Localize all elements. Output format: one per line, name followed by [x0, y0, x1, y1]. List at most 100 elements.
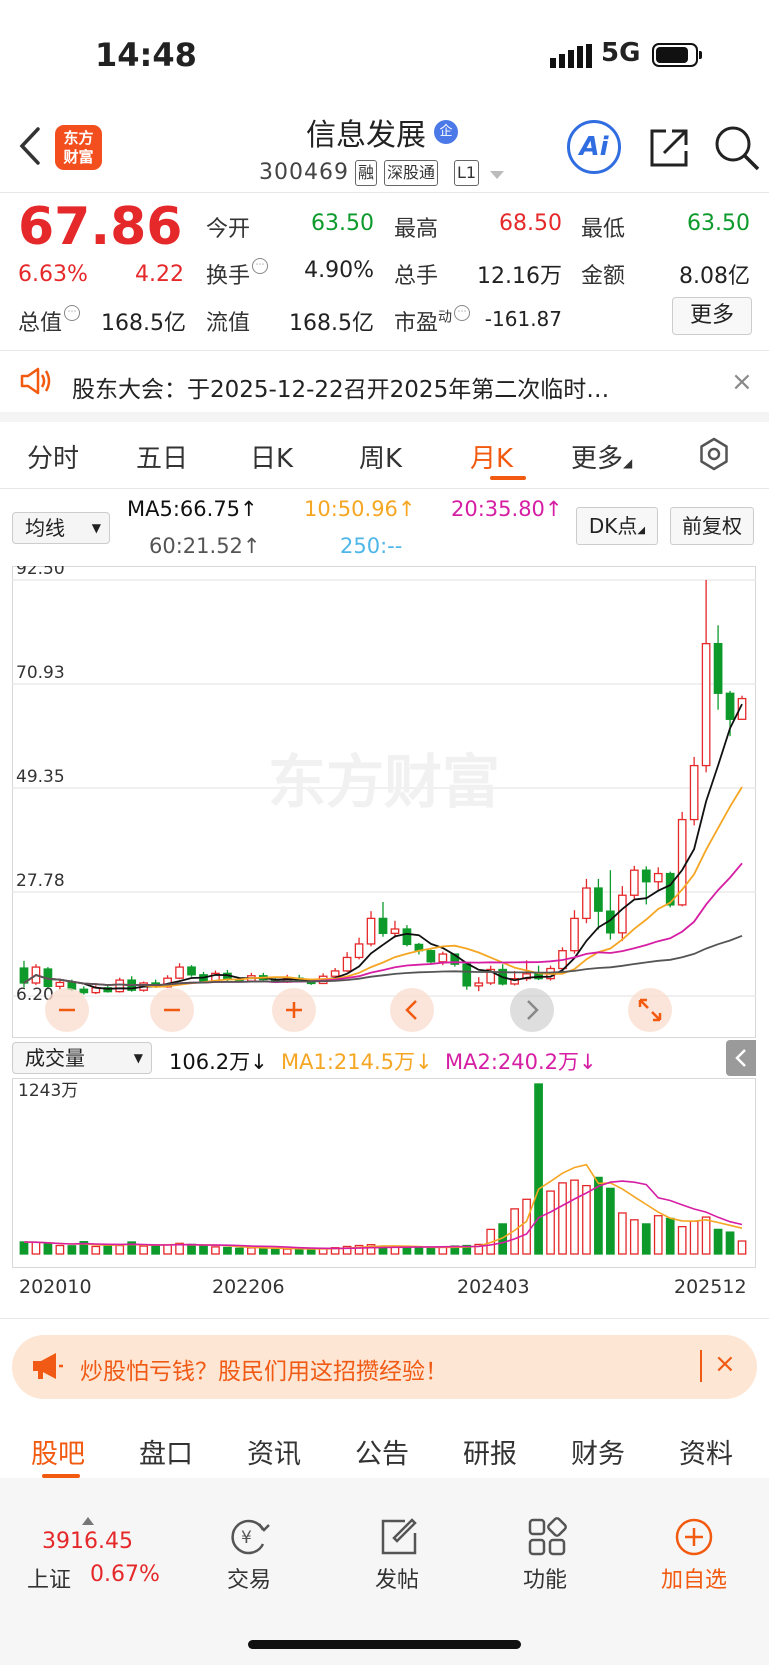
volume-bar [701, 1216, 711, 1255]
candle [402, 928, 412, 946]
tab-research[interactable]: 研报 [463, 1432, 517, 1471]
index-name[interactable]: 上证 [27, 1562, 71, 1594]
nav-add-watchlist[interactable]: 加自选 [649, 1562, 739, 1594]
volume-bar [653, 1215, 663, 1255]
volume-bar [414, 1246, 424, 1255]
volume-value: 106.2万↓ [169, 1050, 268, 1074]
info-icon[interactable]: ⋯ [252, 258, 269, 274]
post-icon[interactable] [379, 1517, 419, 1561]
tab-daily-k[interactable]: 日K [250, 438, 293, 475]
amount-label: 金额 [581, 264, 626, 289]
volume-bar [617, 1212, 627, 1255]
tab-pankou[interactable]: 盘口 [139, 1432, 193, 1471]
scroll-right-button[interactable] [510, 988, 554, 1032]
tab-five-day[interactable]: 五日 [136, 438, 188, 475]
volume-bar [725, 1231, 735, 1255]
volume-bar [223, 1246, 232, 1255]
info-icon[interactable]: ⋯ [454, 305, 471, 321]
tab-news[interactable]: 资讯 [247, 1432, 301, 1471]
volume-bar [55, 1244, 65, 1255]
tab-guba[interactable]: 股吧 [31, 1432, 85, 1471]
adjust-button[interactable]: 前复权 [670, 507, 754, 545]
zoom-in-button[interactable] [272, 988, 316, 1032]
tab-more[interactable]: 更多◢ [571, 438, 632, 475]
scroll-left-button[interactable] [390, 988, 434, 1032]
promo-close-button[interactable]: × [714, 1349, 736, 1379]
tab-profile[interactable]: 资料 [679, 1432, 733, 1471]
nav-functions[interactable]: 功能 [500, 1562, 590, 1594]
volume-chart[interactable]: 1243万 [12, 1078, 756, 1268]
margin-tag: 融 [355, 160, 378, 186]
index-value[interactable]: 3916.45 [42, 1529, 133, 1554]
candle [187, 966, 196, 976]
nav-trade[interactable]: 交易 [204, 1562, 294, 1594]
candle [653, 872, 663, 883]
volume-indicator-select[interactable]: 成交量 ▼ [12, 1042, 152, 1074]
volume-bar [247, 1247, 256, 1255]
volume-bar [270, 1248, 280, 1255]
promo-text[interactable]: 炒股怕亏钱？股民们用这招攒经验！ [80, 1352, 448, 1386]
tab-announcements[interactable]: 公告 [355, 1432, 409, 1471]
candle [366, 917, 376, 945]
level-tag: L1 [454, 160, 480, 186]
collapse-panel-button[interactable] [726, 1040, 756, 1076]
zoom-out-button[interactable] [45, 988, 89, 1032]
zoom-minus-button[interactable] [150, 988, 194, 1032]
volume-bar [558, 1182, 567, 1255]
candle [629, 869, 639, 896]
tab-monthly-k[interactable]: 月K [470, 438, 513, 475]
tab-finance[interactable]: 财务 [571, 1432, 625, 1471]
candle [713, 642, 723, 694]
turnover-value: 4.90% [304, 258, 374, 283]
open-label: 今开 [206, 217, 251, 242]
dropdown-caret-icon[interactable] [490, 166, 504, 185]
ma5-value: MA5:66.75↑ [127, 497, 258, 521]
ma20-value: 20:35.80↑ [451, 497, 563, 521]
promo-divider [700, 1350, 702, 1382]
stock-code: 300469 [259, 160, 349, 185]
nav-post[interactable]: 发帖 [352, 1562, 442, 1594]
search-icon[interactable] [714, 125, 760, 175]
ma250-value: 250:-- [340, 534, 403, 558]
indicator-select[interactable]: 均线 ▼ [12, 512, 110, 544]
x-axis-label: 202206 [212, 1276, 285, 1298]
more-quote-button[interactable]: 更多 [672, 297, 752, 335]
signal-icon [550, 44, 592, 72]
info-icon[interactable]: ⋯ [64, 305, 81, 321]
candle [55, 981, 65, 988]
index-change[interactable]: 0.67% [90, 1562, 160, 1587]
volume-bar [67, 1245, 77, 1255]
notice-close-button[interactable]: × [731, 367, 753, 397]
settings-gear-icon[interactable] [697, 437, 731, 475]
candle [330, 970, 340, 977]
content-gap [0, 1478, 769, 1506]
volume-bar [522, 1198, 531, 1255]
price-axis-label: 27.78 [16, 871, 65, 891]
pe-value: -161.87 [484, 307, 562, 331]
ai-button[interactable]: Ai [567, 120, 621, 174]
open-value: 63.50 [311, 211, 374, 236]
volume-bar [103, 1245, 113, 1255]
candle [462, 963, 472, 987]
volume-ma1: MA1:214.5万↓ [281, 1050, 433, 1074]
share-icon[interactable] [648, 127, 690, 173]
ma5-line [23, 703, 743, 990]
grid-apps-icon[interactable] [527, 1517, 567, 1561]
candle [354, 943, 364, 959]
dk-point-button[interactable]: DK点◢ [576, 507, 658, 545]
candlestick-chart[interactable]: 东方财富 92.5070.9349.3527.786.20 [12, 566, 756, 1038]
fullscreen-button[interactable] [628, 988, 672, 1032]
trade-icon[interactable]: ¥ [229, 1518, 271, 1560]
volume-bar [43, 1243, 53, 1255]
ma10-value: 10:50.96↑ [304, 497, 416, 521]
notice-text[interactable]: 股东大会：于2025-12-22召开2025年第二次临时… [72, 370, 609, 404]
back-arrow-icon[interactable] [16, 125, 46, 167]
amount-value: 8.08亿 [679, 264, 750, 289]
volume-max-label: 1243万 [18, 1081, 78, 1101]
tab-weekly-k[interactable]: 周K [359, 438, 402, 475]
stock-name[interactable]: 信息发展 [306, 110, 426, 154]
candle [342, 956, 352, 972]
add-watchlist-icon[interactable] [674, 1517, 714, 1561]
tab-intraday[interactable]: 分时 [27, 438, 79, 475]
home-indicator [248, 1640, 521, 1649]
